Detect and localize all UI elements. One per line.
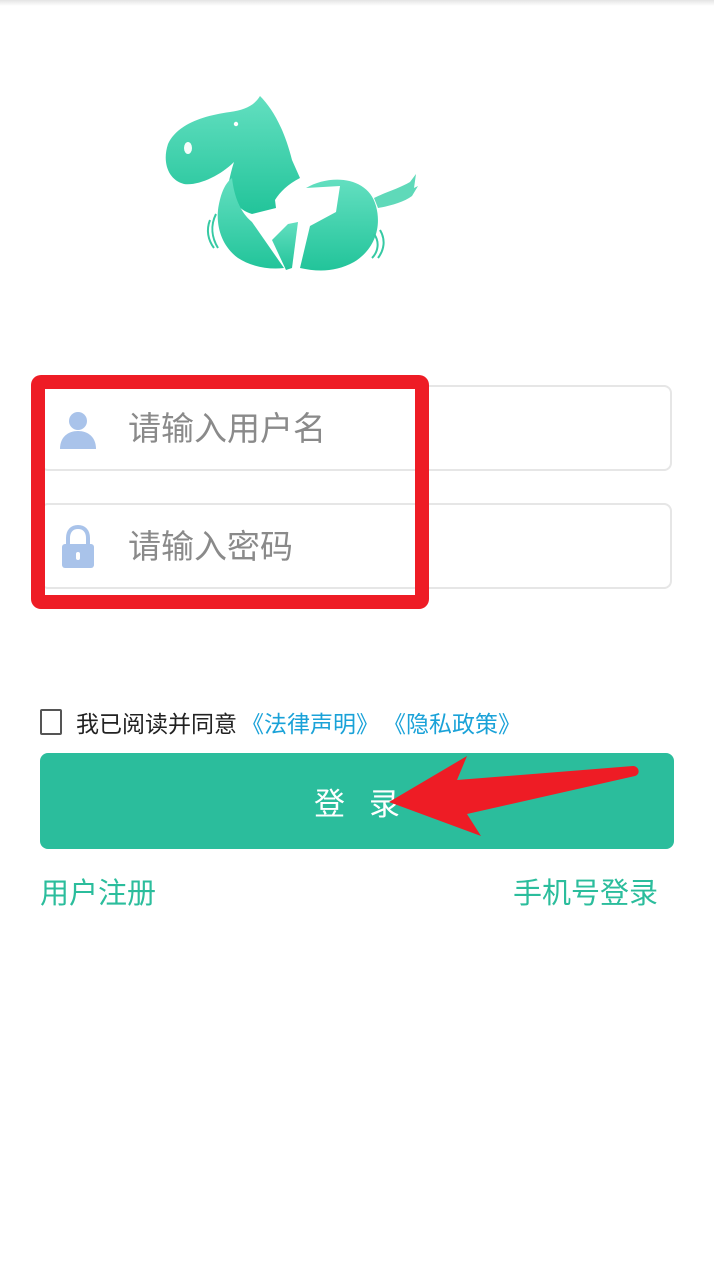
login-page: 我已阅读并同意 《法律声明》 《隐私政策》 登录 用户注册 手机号登录 <box>0 0 714 1271</box>
phone-login-link[interactable]: 手机号登录 <box>513 870 658 912</box>
login-button[interactable]: 登录 <box>40 753 674 849</box>
lock-icon <box>62 525 94 568</box>
privacy-policy-link[interactable]: 《隐私政策》 <box>383 705 521 739</box>
username-input[interactable] <box>128 401 648 455</box>
top-shadow-divider <box>0 0 714 6</box>
agreement-checkbox[interactable] <box>40 709 62 735</box>
horse-logo-icon <box>165 96 418 271</box>
password-input[interactable] <box>128 519 648 573</box>
agreement-row: 我已阅读并同意 《法律声明》 《隐私政策》 <box>40 704 521 740</box>
username-field[interactable] <box>40 385 672 471</box>
agreement-text: 我已阅读并同意 <box>76 712 237 738</box>
user-icon <box>60 412 96 449</box>
legal-statement-link[interactable]: 《法律声明》 <box>241 705 379 739</box>
password-field[interactable] <box>40 503 672 589</box>
register-link[interactable]: 用户注册 <box>40 870 156 912</box>
